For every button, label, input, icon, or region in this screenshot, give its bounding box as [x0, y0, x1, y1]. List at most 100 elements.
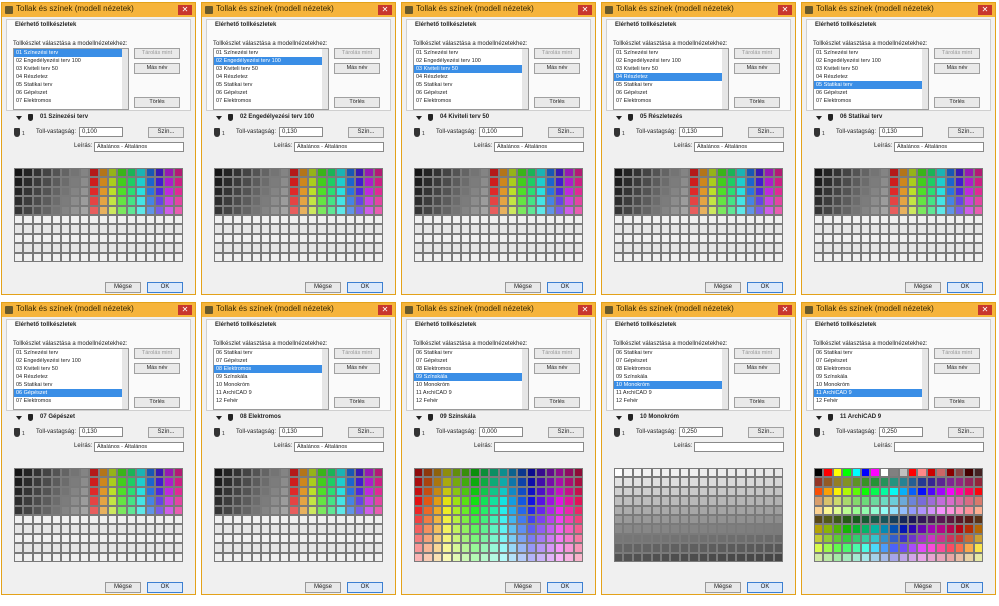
pen-swatch[interactable]: [298, 477, 308, 487]
pen-swatch[interactable]: [851, 168, 861, 178]
pen-swatch[interactable]: [632, 515, 643, 525]
pen-swatch[interactable]: [642, 505, 652, 515]
pen-swatch[interactable]: [842, 533, 852, 544]
pen-swatch[interactable]: [679, 552, 690, 562]
pen-swatch[interactable]: [555, 168, 565, 178]
pen-swatch[interactable]: [708, 524, 718, 534]
pen-swatch[interactable]: [145, 243, 155, 253]
pen-swatch[interactable]: [251, 186, 261, 197]
pen-swatch[interactable]: [214, 233, 224, 244]
list-scrollbar[interactable]: [722, 349, 728, 409]
pen-swatch[interactable]: [632, 552, 643, 562]
pen-swatch[interactable]: [451, 552, 461, 562]
pen-swatch[interactable]: [745, 205, 755, 215]
pen-swatch[interactable]: [214, 533, 224, 544]
pen-swatch[interactable]: [517, 177, 527, 187]
pen-swatch[interactable]: [573, 468, 584, 478]
pen-swatch[interactable]: [879, 505, 890, 515]
pen-swatch[interactable]: [814, 186, 824, 197]
pen-swatch[interactable]: [517, 505, 527, 515]
pen-swatch[interactable]: [489, 486, 499, 497]
pen-swatch[interactable]: [870, 477, 880, 487]
pen-swatch[interactable]: [489, 224, 499, 234]
pen-swatch[interactable]: [661, 524, 671, 534]
pen-swatch[interactable]: [479, 224, 490, 234]
pen-swatch[interactable]: [498, 196, 508, 206]
pen-swatch[interactable]: [908, 168, 918, 178]
pen-swatch[interactable]: [726, 252, 737, 262]
pen-swatch[interactable]: [279, 186, 290, 197]
list-item[interactable]: 06 Statikai terv: [414, 349, 528, 357]
pen-swatch[interactable]: [164, 505, 174, 515]
pen-swatch[interactable]: [61, 496, 71, 506]
list-item[interactable]: 12 Fehér: [414, 397, 528, 405]
pen-swatch[interactable]: [308, 524, 318, 534]
pen-swatch[interactable]: [973, 205, 984, 215]
thickness-input[interactable]: 0,100: [479, 127, 523, 137]
pen-swatch[interactable]: [614, 205, 624, 215]
color-button[interactable]: Szín...: [548, 427, 584, 438]
pen-swatch[interactable]: [573, 177, 584, 187]
pen-swatch[interactable]: [164, 215, 174, 225]
pen-swatch[interactable]: [955, 543, 965, 553]
rename-button[interactable]: Más név: [134, 63, 180, 74]
pen-swatch[interactable]: [823, 205, 833, 215]
close-icon[interactable]: ✕: [578, 305, 592, 315]
pen-set-list[interactable]: 01 Színezési terv 02 Engedélyezési terv 1…: [13, 48, 129, 110]
pen-swatch[interactable]: [173, 224, 184, 234]
collapse-triangle-icon[interactable]: [816, 416, 822, 420]
pen-swatch[interactable]: [926, 515, 937, 525]
pen-swatch[interactable]: [573, 215, 584, 225]
pen-swatch[interactable]: [145, 543, 155, 553]
pen-swatch[interactable]: [326, 468, 337, 478]
pen-swatch[interactable]: [470, 468, 480, 478]
pen-swatch[interactable]: [14, 477, 24, 487]
rename-button[interactable]: Más név: [534, 363, 580, 374]
pen-swatch[interactable]: [136, 496, 146, 506]
pen-swatch[interactable]: [108, 486, 118, 497]
pen-swatch[interactable]: [14, 496, 24, 506]
pen-swatch[interactable]: [155, 468, 165, 478]
pen-swatch[interactable]: [889, 205, 899, 215]
pen-swatch[interactable]: [870, 243, 880, 253]
pen-swatch[interactable]: [355, 224, 365, 234]
pen-swatch[interactable]: [832, 168, 843, 178]
pen-swatch[interactable]: [936, 177, 946, 187]
pen-swatch[interactable]: [973, 524, 984, 534]
pen-swatch[interactable]: [489, 233, 499, 244]
pen-swatch[interactable]: [51, 186, 61, 197]
pen-swatch[interactable]: [32, 205, 43, 215]
pen-swatch[interactable]: [926, 205, 937, 215]
pen-swatch[interactable]: [79, 552, 90, 562]
pen-swatch[interactable]: [632, 177, 643, 187]
pen-swatch[interactable]: [126, 533, 137, 544]
pen-swatch[interactable]: [32, 233, 43, 244]
pen-swatch[interactable]: [355, 505, 365, 515]
pen-swatch[interactable]: [814, 177, 824, 187]
pen-swatch[interactable]: [898, 168, 908, 178]
pen-swatch[interactable]: [679, 177, 690, 187]
pen-swatch[interactable]: [755, 252, 765, 262]
pen-swatch[interactable]: [526, 168, 537, 178]
pen-swatch[interactable]: [423, 496, 433, 506]
pen-swatch[interactable]: [42, 505, 52, 515]
pen-swatch[interactable]: [498, 496, 508, 506]
pen-swatch[interactable]: [755, 205, 765, 215]
pen-swatch[interactable]: [42, 233, 52, 244]
pen-swatch[interactable]: [823, 486, 833, 497]
pen-swatch[interactable]: [336, 468, 346, 478]
pen-swatch[interactable]: [651, 196, 661, 206]
pen-swatch[interactable]: [89, 543, 99, 553]
pen-swatch[interactable]: [545, 233, 555, 244]
pen-swatch[interactable]: [79, 186, 90, 197]
pen-swatch[interactable]: [242, 477, 252, 487]
pen-swatch[interactable]: [108, 515, 118, 525]
pen-swatch[interactable]: [23, 468, 33, 478]
delete-button[interactable]: Törlés: [334, 97, 380, 108]
pen-swatch[interactable]: [698, 177, 708, 187]
pen-swatch[interactable]: [745, 496, 755, 506]
pen-swatch[interactable]: [214, 168, 224, 178]
pen-swatch[interactable]: [336, 543, 346, 553]
pen-swatch[interactable]: [861, 552, 871, 562]
pen-swatch[interactable]: [61, 233, 71, 244]
